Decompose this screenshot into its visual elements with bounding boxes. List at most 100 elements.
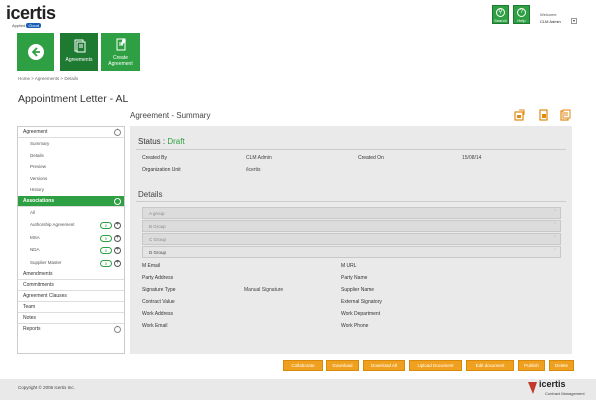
add-icon[interactable]: + [114,259,121,267]
group-label: C Group [149,237,167,242]
breadcrumb-home[interactable]: Home [18,76,30,81]
group-label: D Group [149,250,167,255]
field-label-contract-value: Contract Value [142,299,175,305]
collaborate-button[interactable]: Collaborate [283,360,323,371]
sidebar-agreement-label: Agreement [23,129,48,135]
export-icon[interactable] [514,109,525,121]
created-on-value: 15/08/14 [462,155,482,161]
sidebar-item-reports[interactable]: Reports ˇ [18,324,124,335]
delete-button[interactable]: Delete [549,360,574,371]
field-label-party-address: Party Address [142,275,174,281]
association-label: MSA [30,234,40,240]
help-button[interactable]: ? Help [513,5,530,24]
breadcrumb: Home > Agreements > Details [18,76,79,81]
back-button[interactable] [17,33,54,71]
association-item[interactable]: Authorship Agreement 0 + [18,219,124,232]
association-item[interactable]: All [18,207,124,220]
sidebar-item-commitments[interactable]: Commitments [18,280,124,291]
association-label: NDA [30,247,40,252]
group-row-a[interactable]: A group ˇ [142,207,561,219]
org-unit-label: Organization Unit [142,167,181,173]
chevron-down-icon[interactable]: ˇ [114,326,121,333]
field-label-party-name: Party Name [341,275,368,281]
download-button[interactable]: Download [326,360,359,371]
group-row-d[interactable]: D Group ˆ [142,246,561,258]
chevron-down-icon: ▾ [572,18,575,23]
section-title: Agreement - Summary [130,111,211,120]
collapse-icon[interactable]: ˆ [114,197,121,205]
field-label-work-phone: Work Phone [341,323,369,329]
add-icon[interactable]: + [114,234,121,242]
edit-document-button[interactable]: Edit document [466,360,514,371]
group-label: A group [149,211,165,216]
field-label-work-department: Work Department [341,311,381,317]
icertis-logo[interactable]: icertis [6,3,56,24]
create-agreement-tile[interactable]: Create Agreement [101,33,140,71]
field-label-signature-type: Signature Type [142,287,176,293]
publish-button[interactable]: Publish [518,360,545,371]
group-row-b[interactable]: B Group ˇ [142,220,561,232]
sidebar-item-notes[interactable]: Notes [18,313,124,324]
divider [136,201,566,202]
back-arrow-icon [27,44,44,60]
association-item[interactable]: Supplier Master 0 + [18,257,124,270]
add-icon[interactable]: + [114,222,121,229]
sidebar-item-team[interactable]: Team [18,302,124,313]
footer [0,379,596,400]
created-by-value: CLM Admin [246,155,272,161]
collapse-icon[interactable]: ˆ [114,129,121,136]
search-label: Search [494,18,507,23]
association-item[interactable]: MSA 0 + [18,232,124,245]
user-name[interactable]: CLM Admin [540,19,561,24]
group-label: B Group [149,224,166,229]
field-label-m-url: M URL [341,263,357,269]
sidebar-associations-label: Associations [23,197,55,204]
association-label: All [30,209,36,215]
search-icon: ⚲ [496,8,505,17]
documents-icon[interactable] [560,109,571,121]
search-button[interactable]: ⚲ Search [492,5,509,24]
sidebar-item-versions[interactable]: Versions [18,173,124,185]
group-row-c[interactable]: C Group ˇ [142,233,561,245]
create-document-icon [116,38,126,51]
agreements-icon [74,39,86,53]
applied-cloud-label: Applied Cloud [12,23,41,28]
breadcrumb-details: Details [64,76,79,81]
field-label-external-signatory: External Signatory [341,299,382,305]
chevron-up-icon: ˆ [554,249,556,255]
create-label-2: Agreement [108,61,133,67]
upload-document-button[interactable]: Upload Document [409,360,462,371]
sidebar-item-history[interactable]: History [18,184,124,196]
association-item[interactable]: NDA 0 + [18,244,124,257]
sidebar-associations-header[interactable]: Associations ˆ [18,195,124,207]
help-icon: ? [517,8,526,17]
org-unit-value: /icertis [246,167,261,173]
print-icon[interactable] [538,109,549,121]
status-value: Draft [167,137,185,146]
sidebar-item-clauses[interactable]: Agreement Clauses [18,291,124,302]
footer-product: Contract Management [545,391,585,396]
chevron-down-icon: ˇ [554,223,556,229]
sidebar-agreement-header[interactable]: Agreement ˆ [18,127,124,138]
association-count: 0 [100,247,112,254]
field-label-work-email: Work Email [142,323,168,329]
sidebar-item-amendments[interactable]: Amendments [18,269,124,280]
sidebar-item-preview[interactable]: Preview [18,161,124,173]
field-label-work-address: Work Address [142,311,174,317]
footer-brand: icertis [539,379,566,389]
sidebar-item-summary[interactable]: Summary [18,138,124,150]
breadcrumb-agreements[interactable]: Agreements [35,76,59,81]
user-menu-dropdown[interactable]: ▾ [571,18,577,24]
sidebar: Agreement ˆ Summary Details Preview Vers… [17,126,125,354]
created-on-label: Created On [358,155,384,161]
chevron-down-icon: ˇ [554,210,556,216]
add-icon[interactable]: + [114,247,121,254]
agreements-label: Agreements [65,57,93,63]
sidebar-item-details[interactable]: Details [18,150,124,162]
status-label: Status : [138,137,166,146]
agreements-tile[interactable]: Agreements [60,33,98,71]
icertis-mark-icon [528,382,537,394]
download-all-button[interactable]: Download All [363,360,405,371]
cloud-badge: Cloud [26,23,41,28]
chevron-down-icon: ˇ [554,236,556,242]
